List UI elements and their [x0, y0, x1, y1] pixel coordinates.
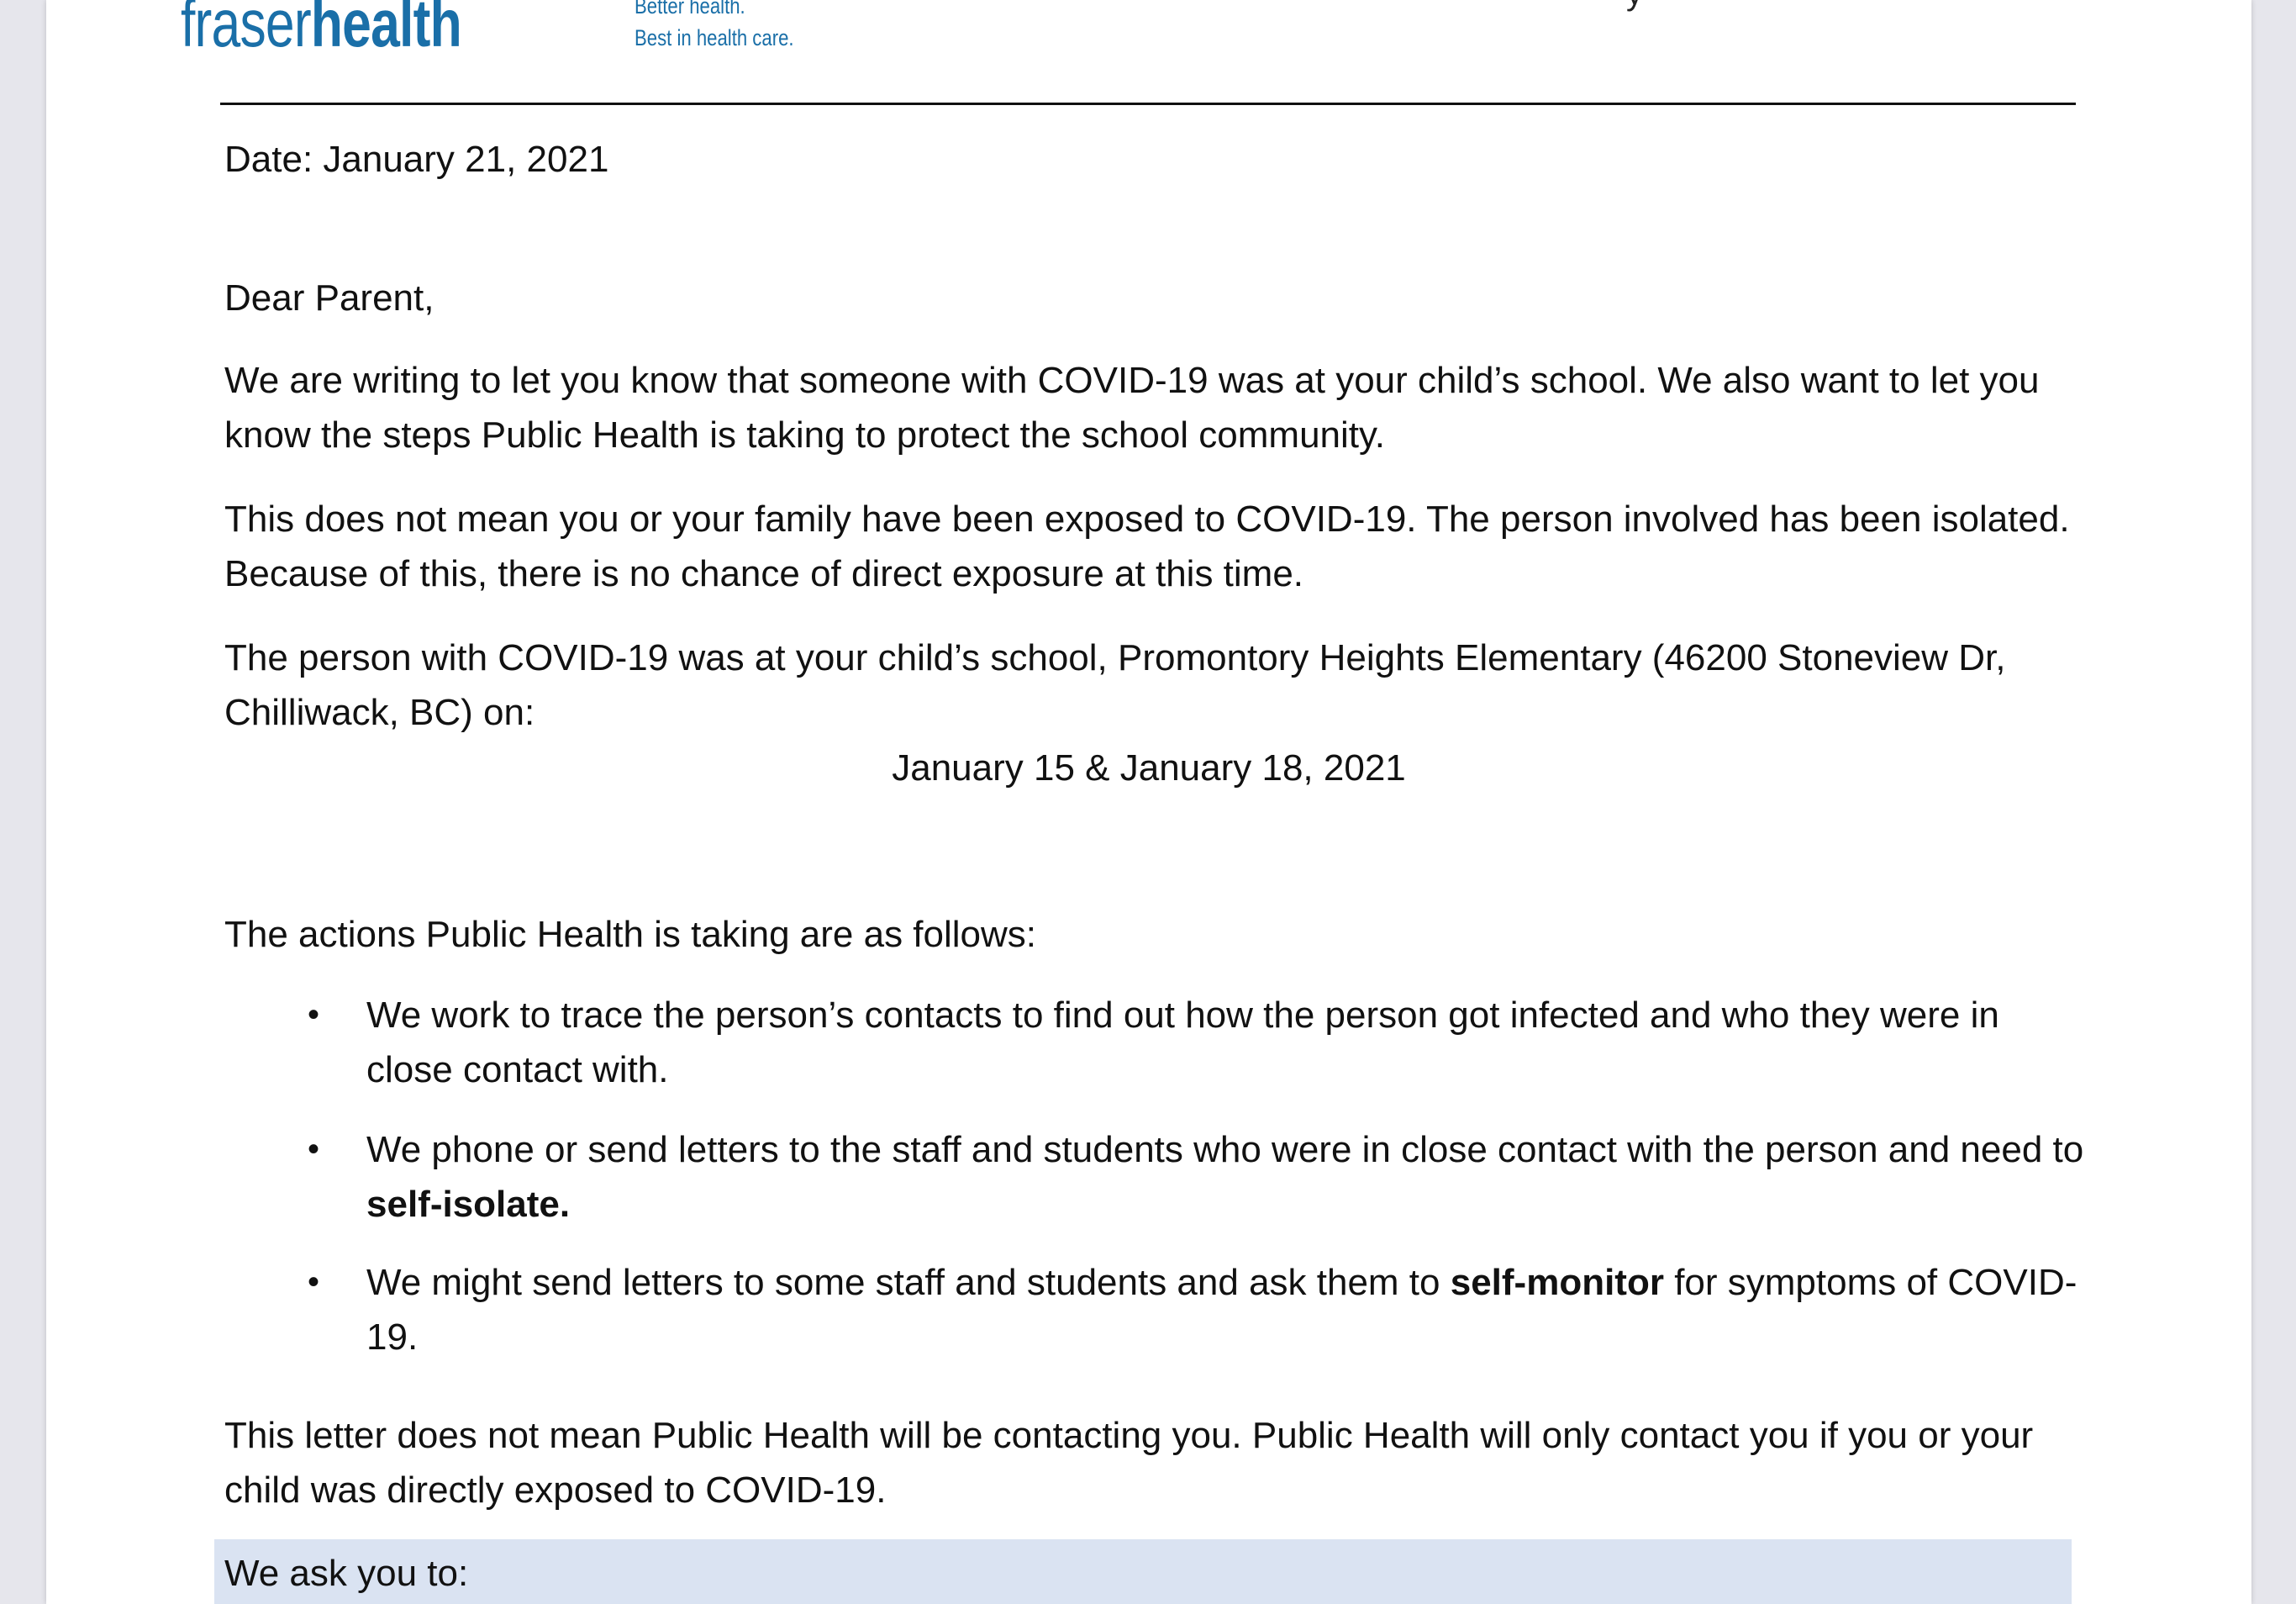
bullet-text-part: We might send letters to some staff and … — [366, 1262, 1451, 1303]
logo-wordmark-part2: health — [310, 0, 462, 61]
header-text-fragment: y — [1626, 0, 1643, 13]
actions-intro: The actions Public Health is taking are … — [224, 914, 1037, 955]
letter-salutation: Dear Parent, — [224, 277, 434, 319]
document-viewer[interactable]: fraserhealth Better health. Best in heal… — [0, 0, 2296, 1604]
bullet-text: We phone or send letters to the staff an… — [366, 1122, 2089, 1232]
callout-box: We ask you to: — [214, 1539, 2072, 1604]
letter-date: Date: January 21, 2021 — [224, 139, 609, 180]
bullet-emphasis-self-isolate: self-isolate. — [366, 1184, 571, 1225]
bullet-text: We work to trace the person’s contacts t… — [366, 995, 1999, 1090]
logo-wordmark-part1: fraser — [181, 0, 312, 61]
logo-tagline: Better health. Best in health care. — [635, 0, 794, 54]
bullet-text: We might send letters to some staff and … — [366, 1255, 2089, 1364]
logo-tagline-line2: Best in health care. — [635, 25, 794, 50]
header-divider — [220, 103, 2076, 105]
bullet-icon: • — [308, 1264, 320, 1301]
callout-heading: We ask you to: — [224, 1553, 469, 1594]
bullet-emphasis-self-monitor: self-monitor — [1450, 1262, 1664, 1303]
bullet-icon: • — [308, 1131, 320, 1168]
document-page: fraserhealth Better health. Best in heal… — [46, 0, 2251, 1604]
letter-paragraph-2: This does not mean you or your family ha… — [224, 499, 2070, 594]
exposure-dates: January 15 & January 18, 2021 — [892, 747, 1406, 789]
logo-tagline-line1: Better health. — [635, 0, 745, 18]
bullet-icon: • — [308, 996, 320, 1033]
letter-paragraph-1: We are writing to let you know that some… — [224, 360, 2040, 456]
bullet-text-part: We phone or send letters to the staff an… — [366, 1129, 2084, 1170]
letter-paragraph-3: The person with COVID-19 was at your chi… — [224, 637, 2006, 733]
logo-wordmark: fraserhealth — [181, 0, 462, 57]
letter-paragraph-4: This letter does not mean Public Health … — [224, 1415, 2034, 1511]
